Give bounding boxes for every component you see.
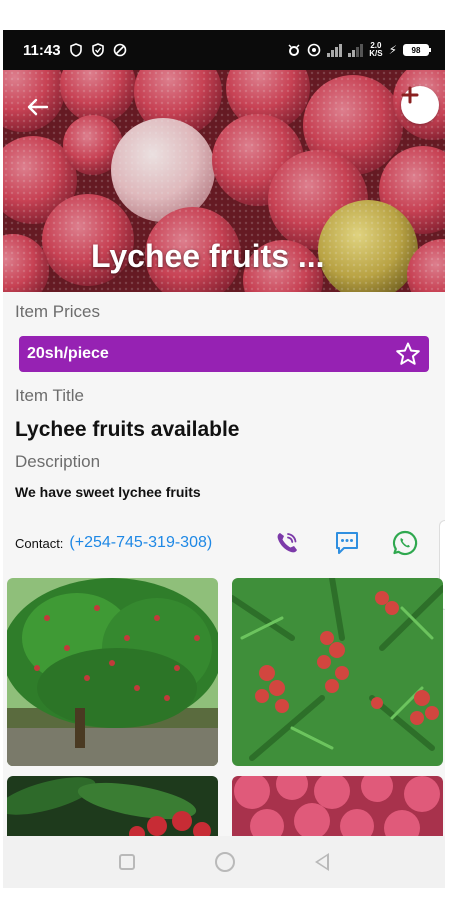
contact-phone-link[interactable]: (+254-745-319-308) [69, 534, 212, 552]
status-bar: 11:43 2.0 K/S ⚡ 98 [3, 30, 445, 70]
whatsapp-icon[interactable] [391, 529, 419, 557]
phone-screen: 11:43 2.0 K/S ⚡ 98 Lychee fruits ... Ite… [3, 30, 445, 888]
hero-image: Lychee fruits ... [3, 70, 445, 292]
signal-icon [327, 43, 343, 57]
description-text: We have sweet lychee fruits [15, 484, 201, 500]
item-title: Lychee fruits available [15, 418, 240, 441]
network-speed: 2.0 K/S [369, 41, 383, 58]
gallery-image-lychee-fruits[interactable] [232, 776, 443, 836]
lychee-leaves-photo [7, 776, 218, 836]
gallery-image-lychee-branches[interactable] [232, 578, 443, 766]
lychee-tree-photo [7, 578, 218, 766]
alarm-icon [288, 44, 300, 56]
description-label: Description [15, 452, 101, 471]
signal-2-icon [348, 43, 364, 57]
status-time: 11:43 [23, 41, 61, 59]
back-button[interactable] [23, 92, 53, 122]
item-title-label: Item Title [15, 386, 84, 405]
data-saver-icon [113, 43, 126, 57]
price-value: 20sh/piece [27, 345, 109, 362]
gallery-image-lychee-leaves[interactable] [7, 776, 218, 836]
back-triangle-icon[interactable] [315, 853, 329, 871]
arrow-left-icon [27, 98, 49, 116]
sms-icon[interactable] [333, 529, 361, 557]
shield-check-icon [91, 43, 104, 57]
contact-row: Contact: (+254-745-319-308) [15, 528, 433, 558]
charging-icon: ⚡ [388, 43, 397, 57]
lychee-branches-photo [232, 578, 443, 766]
recent-apps-icon[interactable] [119, 854, 135, 870]
system-nav-bar [3, 836, 445, 888]
price-bar[interactable]: 20sh/piece [19, 336, 429, 372]
add-button[interactable] [401, 86, 439, 124]
shield-icon [69, 43, 82, 57]
home-icon[interactable] [215, 852, 235, 872]
hero-title: Lychee fruits ... [91, 238, 325, 274]
star-icon[interactable] [395, 341, 421, 367]
battery-indicator: 98 [403, 44, 431, 56]
gallery-image-lychee-tree[interactable] [7, 578, 218, 766]
hotspot-icon [307, 43, 321, 57]
plus-icon [401, 86, 419, 104]
lychee-fruits-photo [232, 776, 443, 836]
contact-label: Contact: [15, 535, 64, 551]
viber-call-icon[interactable] [273, 529, 301, 557]
item-prices-label: Item Prices [15, 302, 101, 321]
